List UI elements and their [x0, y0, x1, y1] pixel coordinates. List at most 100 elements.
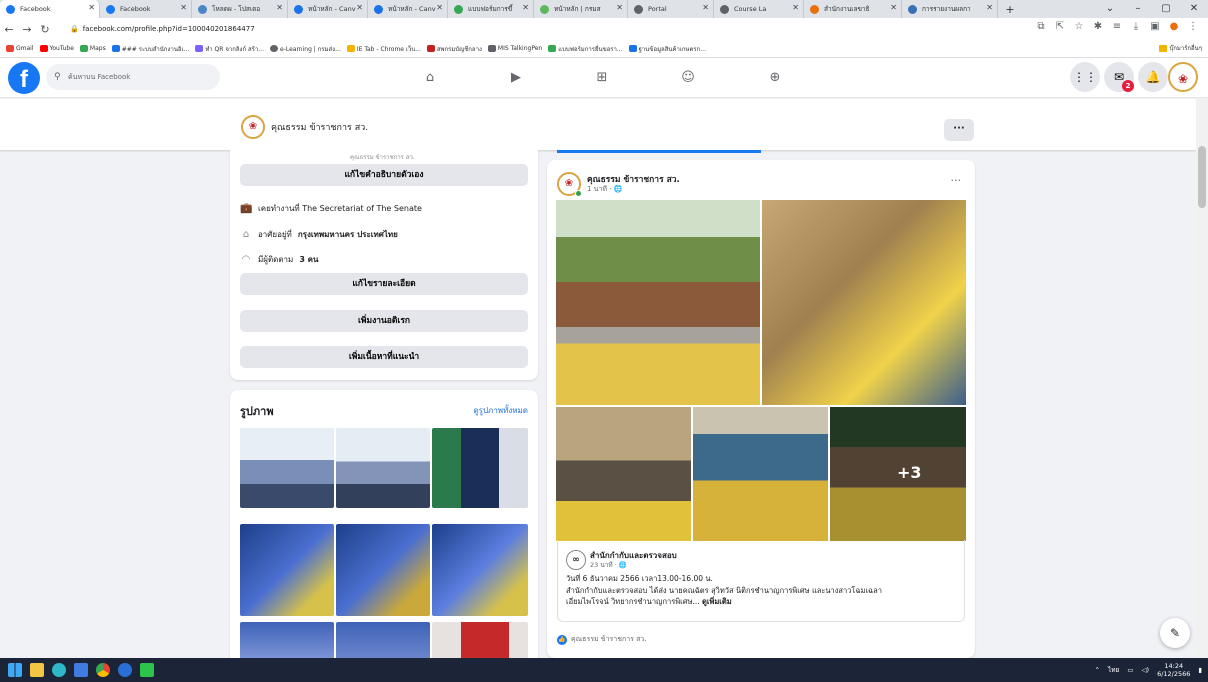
browser-tab[interactable]: Facebook ✕: [0, 0, 100, 18]
post-photo[interactable]: [693, 407, 828, 541]
post-options-icon[interactable]: ···: [951, 174, 962, 187]
shared-author-avatar[interactable]: ∞: [566, 550, 586, 570]
close-tab-icon[interactable]: ✕: [616, 3, 623, 12]
language-indicator[interactable]: ไทย: [1108, 665, 1119, 675]
post-photo[interactable]: [762, 200, 966, 405]
close-tab-icon[interactable]: ✕: [180, 3, 187, 12]
close-tab-icon[interactable]: ✕: [702, 3, 709, 12]
photo-thumbnail[interactable]: [336, 524, 430, 616]
close-tab-icon[interactable]: ✕: [356, 3, 363, 12]
shared-timestamp[interactable]: 23 นาที · 🌐: [590, 560, 627, 570]
marketplace-icon[interactable]: ⊞: [591, 68, 613, 88]
photo-thumbnail[interactable]: [240, 428, 334, 508]
page-scrollbar[interactable]: [1196, 98, 1208, 658]
browser-tab[interactable]: Facebook ✕: [100, 0, 192, 18]
store-icon[interactable]: [74, 663, 88, 677]
chrome-icon[interactable]: [96, 663, 110, 677]
volume-icon[interactable]: ◁): [1142, 666, 1150, 674]
bookmark-youtube[interactable]: YouTube: [39, 45, 74, 52]
close-tab-icon[interactable]: ✕: [276, 3, 283, 12]
edit-details-button[interactable]: แก้ไขรายละเอียด: [240, 273, 528, 295]
profile-avatar-icon[interactable]: ●: [1167, 21, 1181, 32]
browser-tab[interactable]: หน้าหลัก - Canv ✕: [368, 0, 448, 18]
photo-thumbnail[interactable]: [432, 524, 528, 616]
download-icon[interactable]: ⤓: [1129, 21, 1143, 32]
add-hobbies-button[interactable]: เพิ่มงานอดิเรก: [240, 310, 528, 332]
close-tab-icon[interactable]: ✕: [890, 3, 897, 12]
close-tab-icon[interactable]: ✕: [522, 3, 529, 12]
forward-arrow-icon[interactable]: →: [18, 23, 36, 36]
reading-list-icon[interactable]: ≡: [1110, 21, 1124, 32]
close-tab-icon[interactable]: ✕: [88, 3, 95, 12]
photo-thumbnail[interactable]: [336, 622, 430, 660]
bookmark-maps[interactable]: Maps: [79, 45, 106, 52]
bookmark-item[interactable]: e-Learning | กรมส่ง...: [269, 44, 341, 54]
browser-tab[interactable]: โหลดผ - โปสเตอ ✕: [192, 0, 288, 18]
translate-icon[interactable]: ⧉: [1034, 21, 1048, 32]
url-field[interactable]: 🔒 facebook.com/profile.php?id=10004020186…: [70, 21, 255, 37]
post-timestamp[interactable]: 1 นาที · 🌐: [587, 184, 622, 195]
line-app-icon[interactable]: [140, 663, 154, 677]
new-message-button[interactable]: ✎: [1160, 618, 1190, 648]
other-bookmarks[interactable]: บุ๊กมาร์กอื่นๆ: [1159, 43, 1202, 53]
profile-name[interactable]: คุณธรรม ข้าราชการ สว.: [271, 120, 368, 134]
facebook-logo-icon[interactable]: f: [8, 62, 40, 94]
photo-thumbnail[interactable]: [432, 622, 528, 660]
windows-start-icon[interactable]: [8, 663, 22, 677]
share-icon[interactable]: ⇱: [1053, 21, 1067, 32]
bookmark-item[interactable]: ทำ QR จากลิงก์ สร้า...: [195, 44, 264, 54]
bookmark-item[interactable]: IE Tab - Chrome เว็บ...: [346, 44, 421, 54]
clock[interactable]: 14:24 6/12/2566: [1157, 662, 1190, 678]
browser-tab[interactable]: การรายงานผลกา ✕: [902, 0, 998, 18]
edit-bio-button[interactable]: แก้ไขคำอธิบายตัวเอง: [240, 164, 528, 186]
photo-thumbnail[interactable]: [432, 428, 528, 508]
post-photo[interactable]: [556, 200, 760, 405]
file-explorer-icon[interactable]: [30, 663, 44, 677]
tab-search-icon[interactable]: ⌄: [1096, 0, 1124, 18]
profile-avatar[interactable]: ❀: [241, 115, 265, 139]
new-tab-button[interactable]: +: [998, 0, 1022, 18]
photo-thumbnail[interactable]: [336, 428, 430, 508]
close-tab-icon[interactable]: ✕: [792, 3, 799, 12]
add-featured-button[interactable]: เพิ่มเนื้อหาที่แนะนำ: [240, 346, 528, 368]
more-photos-count[interactable]: +3: [897, 463, 922, 482]
chevron-up-icon[interactable]: ⌃: [1095, 666, 1100, 674]
notification-center-icon[interactable]: ▮: [1198, 666, 1202, 674]
post-photo[interactable]: [556, 407, 691, 541]
reload-icon[interactable]: ↻: [36, 23, 54, 36]
maximize-button[interactable]: ▢: [1152, 0, 1180, 18]
browser-tab[interactable]: แบบฟอร์มการขึ้ ✕: [448, 0, 534, 18]
back-arrow-icon[interactable]: ←: [0, 23, 18, 36]
see-all-photos-link[interactable]: ดูรูปภาพทั้งหมด: [473, 404, 528, 417]
browser-tab[interactable]: หน้าหลัก | กรมส ✕: [534, 0, 628, 18]
close-tab-icon[interactable]: ✕: [986, 3, 993, 12]
menu-grid-icon[interactable]: ⋮⋮: [1070, 62, 1100, 92]
bookmark-item[interactable]: MIS TalkingPen: [487, 45, 542, 52]
bookmark-gmail[interactable]: Gmail: [6, 45, 34, 52]
extensions-icon[interactable]: ✱: [1091, 21, 1105, 32]
photo-thumbnail[interactable]: [240, 622, 334, 660]
home-icon[interactable]: ⌂: [419, 68, 441, 88]
browser-tab[interactable]: Course La ✕: [714, 0, 804, 18]
watch-video-icon[interactable]: ▶: [505, 68, 527, 88]
reaction-summary[interactable]: 👍 คุณธรรม ข้าราชการ สว.: [557, 634, 647, 645]
minimize-button[interactable]: –: [1124, 0, 1152, 18]
groups-icon[interactable]: ☺: [677, 68, 699, 88]
account-avatar[interactable]: ❀: [1168, 62, 1198, 92]
bookmark-item[interactable]: สพกรมบัญชีกลาง: [426, 44, 482, 54]
browser-tab[interactable]: สำนักงานเลขาธิ ✕: [804, 0, 902, 18]
more-options-button[interactable]: ···: [944, 119, 974, 141]
gaming-icon[interactable]: ⊕: [764, 68, 786, 88]
bookmark-item[interactable]: ฐานข้อมูลสินค้าเกษตรก...: [628, 44, 706, 54]
facebook-search-input[interactable]: ⚲ ค้นหาบน Facebook: [46, 64, 220, 90]
close-window-button[interactable]: ✕: [1180, 0, 1208, 18]
bookmark-item[interactable]: ### ระบบสำนักงานอิเ...: [111, 44, 189, 54]
bookmark-item[interactable]: แบบฟอร์มการยื่นขอรา...: [548, 44, 623, 54]
side-panel-icon[interactable]: ▣: [1148, 21, 1162, 32]
browser-tab[interactable]: หน้าหลัก - Canv ✕: [288, 0, 368, 18]
scrollbar-thumb[interactable]: [1198, 146, 1206, 208]
close-tab-icon[interactable]: ✕: [436, 3, 443, 12]
see-more-link[interactable]: ดูเพิ่มเติม: [702, 597, 732, 606]
bookmark-star-icon[interactable]: ☆: [1072, 21, 1086, 32]
edge-icon[interactable]: [52, 663, 66, 677]
